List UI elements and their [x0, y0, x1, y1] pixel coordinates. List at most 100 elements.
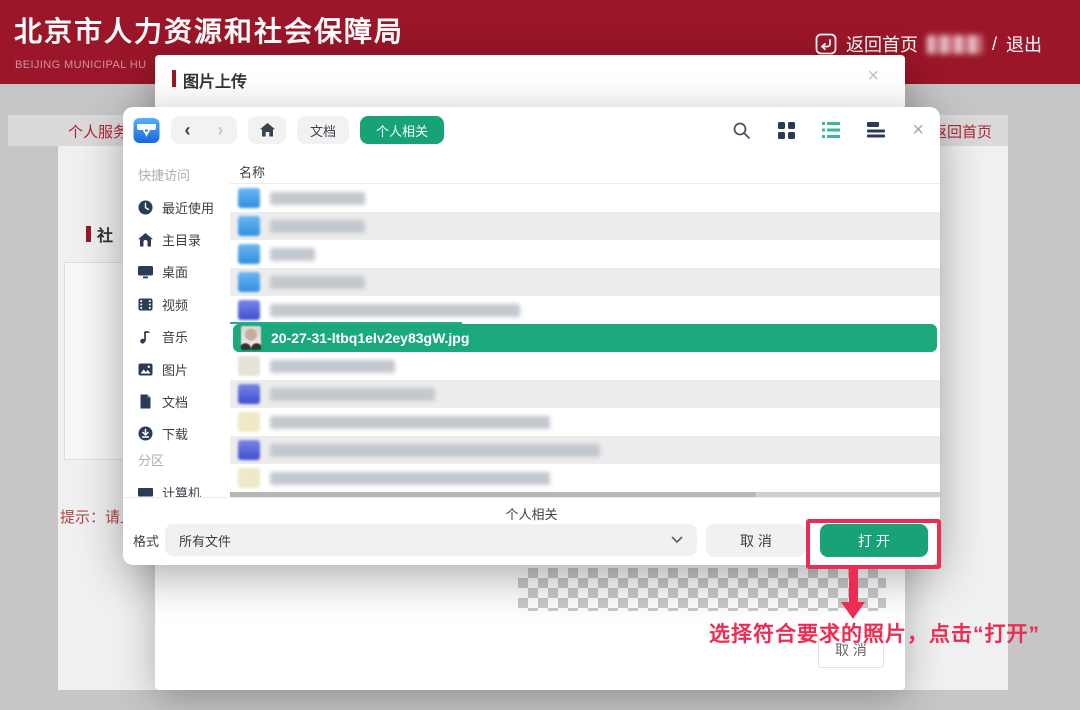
sidebar-item-label: 视频: [162, 295, 188, 314]
file-dialog-titlebar: ‹ › 文档 个人相关: [123, 107, 940, 153]
home-icon: [260, 123, 275, 137]
section-red-bar: [86, 226, 91, 242]
back-icon[interactable]: ‹: [171, 116, 204, 144]
sidebar-section-partitions: 分区: [138, 450, 230, 472]
annotation-text: 选择符合要求的照片，点击“打开”: [650, 618, 1040, 648]
file-list: 名称 20-27-31-ltbq1elv2ey83gW.jpg: [230, 153, 940, 497]
sidebar-item-documents[interactable]: 文档: [138, 385, 230, 417]
sidebar-item-videos[interactable]: 视频: [138, 288, 230, 320]
home-button[interactable]: [248, 116, 286, 144]
blurred-filename: [270, 360, 395, 373]
video-icon: [138, 297, 153, 312]
home-icon: [138, 232, 153, 247]
section-title: 社: [97, 222, 113, 246]
format-select[interactable]: 所有文件: [165, 524, 697, 556]
site-subtitle: BEIJING MUNICIPAL HU: [15, 59, 146, 71]
computer-icon: [138, 485, 153, 497]
file-manager-app-icon: [133, 117, 160, 144]
sidebar-item-label: 桌面: [162, 262, 188, 281]
list-view-icon[interactable]: [822, 122, 840, 138]
user-name-blurred: [927, 35, 983, 54]
sidebar-item-label: 计算机: [162, 483, 201, 497]
dialog-cancel-button[interactable]: 取 消: [706, 524, 806, 557]
sidebar-item-recent[interactable]: 最近使用: [138, 191, 230, 223]
file-icon: [238, 412, 260, 432]
blurred-filename: [270, 472, 550, 485]
transparency-preview: [518, 568, 886, 611]
chevron-down-icon: [671, 536, 683, 544]
desktop-icon: [138, 264, 153, 279]
file-row[interactable]: [230, 268, 940, 296]
blurred-filename: [270, 444, 600, 457]
sidebar-item-label: 音乐: [162, 327, 188, 346]
picture-icon: [138, 362, 153, 377]
selected-file-name: 20-27-31-ltbq1elv2ey83gW.jpg: [271, 330, 469, 346]
modal-title-red-bar: [172, 70, 176, 87]
sidebar-item-label: 图片: [162, 360, 188, 379]
folder-icon: [238, 244, 260, 264]
site-title: 北京市人力资源和社会保障局: [14, 10, 404, 50]
folder-icon: [238, 216, 260, 236]
sidebar-item-label: 文档: [162, 392, 188, 411]
file-icon: [238, 300, 260, 320]
file-row[interactable]: [230, 464, 940, 492]
nav-buttons: ‹ ›: [171, 116, 237, 144]
file-rows: 20-27-31-ltbq1elv2ey83gW.jpg: [230, 184, 940, 497]
sidebar-item-downloads[interactable]: 下载: [138, 418, 230, 450]
sidebar-item-pictures[interactable]: 图片: [138, 353, 230, 385]
name-column-header[interactable]: 名称: [230, 159, 940, 184]
sidebar-item-label: 主目录: [162, 230, 201, 249]
music-icon: [138, 329, 153, 344]
file-icon: [238, 384, 260, 404]
compact-view-icon[interactable]: [867, 122, 885, 138]
back-home-link[interactable]: 返回首页: [846, 31, 918, 57]
sidebar-item-label: 下载: [162, 424, 188, 443]
file-chooser-dialog: ‹ › 文档 个人相关: [123, 107, 940, 565]
forward-icon[interactable]: ›: [204, 116, 237, 144]
search-icon[interactable]: [732, 121, 751, 140]
file-row[interactable]: [230, 212, 940, 240]
blurred-filename: [270, 304, 520, 317]
folder-icon: [238, 188, 260, 208]
blurred-filename: [270, 416, 550, 429]
photo-thumbnail-icon: [241, 326, 261, 350]
sidebar-item-music[interactable]: 音乐: [138, 321, 230, 353]
sidebar-item-home[interactable]: 主目录: [138, 223, 230, 255]
clock-icon: [138, 200, 153, 215]
close-icon[interactable]: ×: [867, 65, 879, 88]
breadcrumb-documents[interactable]: 文档: [297, 116, 349, 144]
document-icon: [138, 394, 153, 409]
arrow-down-annotation-icon: [849, 568, 858, 603]
format-label: 格式: [133, 531, 159, 550]
arrow-down-annotation-head: [841, 602, 865, 619]
file-row[interactable]: [230, 380, 940, 408]
grid-view-icon[interactable]: [778, 122, 795, 139]
close-icon[interactable]: ×: [912, 120, 924, 140]
sidebar-item-desktop[interactable]: 桌面: [138, 256, 230, 288]
annotation-highlight-rect: [806, 519, 941, 569]
format-value: 所有文件: [179, 531, 231, 550]
sidebar-section-quick-access: 快捷访问: [138, 165, 230, 187]
file-row[interactable]: [230, 352, 940, 380]
file-row[interactable]: [230, 184, 940, 212]
sidebar-item-computer[interactable]: 计算机: [138, 476, 230, 497]
file-row[interactable]: [230, 296, 940, 324]
header-actions: 返回首页 / 退出: [815, 31, 1042, 57]
breadcrumb-current-folder[interactable]: 个人相关: [360, 116, 444, 144]
view-tools: ×: [732, 120, 924, 140]
blurred-filename: [270, 388, 435, 401]
logout-link[interactable]: 退出: [1006, 31, 1042, 57]
sidebar-item-label: 最近使用: [162, 198, 214, 217]
file-row-selected[interactable]: 20-27-31-ltbq1elv2ey83gW.jpg: [233, 324, 937, 352]
tab-personal-services[interactable]: 个人服务: [68, 121, 128, 142]
blurred-filename: [270, 192, 365, 205]
tab-return-home[interactable]: 返回首页: [932, 121, 992, 142]
file-row[interactable]: [230, 240, 940, 268]
file-dialog-body: 快捷访问 最近使用 主目录 桌面: [123, 153, 940, 497]
blurred-filename: [270, 248, 315, 261]
folder-icon: [238, 272, 260, 292]
file-row[interactable]: [230, 436, 940, 464]
file-icon: [238, 440, 260, 460]
file-row[interactable]: [230, 408, 940, 436]
blurred-filename: [270, 220, 365, 233]
